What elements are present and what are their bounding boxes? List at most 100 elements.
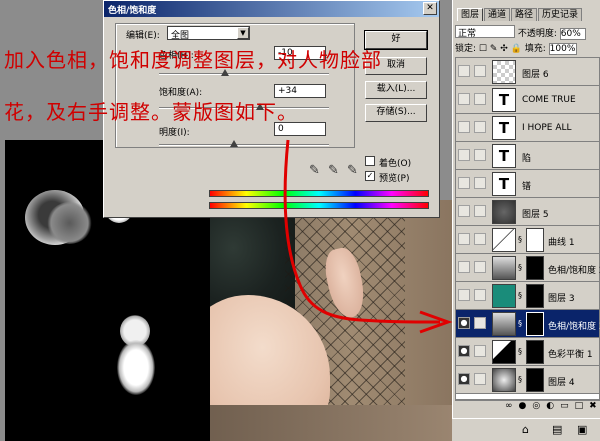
layer-row[interactable]: ● § 色彩平衡 1 xyxy=(456,338,599,366)
fill-input[interactable]: 100% xyxy=(548,43,577,55)
save-button[interactable]: 存储(S)... xyxy=(365,104,427,122)
link-toggle[interactable] xyxy=(474,289,486,301)
layer-mask-thumbnail xyxy=(526,284,544,308)
tab-layers[interactable]: 图层 xyxy=(457,8,484,21)
close-icon[interactable]: ✕ xyxy=(423,2,437,15)
visibility-toggle[interactable] xyxy=(458,177,470,189)
eyedropper-icon[interactable]: ✎ xyxy=(309,163,320,178)
opacity-input[interactable]: 60% xyxy=(559,28,586,40)
layer-row[interactable]: 图层 6 xyxy=(456,58,599,86)
layer-name: 图层 4 xyxy=(548,378,575,388)
folder-icon[interactable]: ▭ xyxy=(560,401,575,411)
fill-label: 填充: xyxy=(524,44,546,54)
edit-dropdown-value: 全图 xyxy=(171,31,190,41)
tray-icon[interactable]: ▤ xyxy=(552,423,562,436)
chevron-down-icon[interactable]: ▼ xyxy=(237,27,249,39)
layer-name: 图层 3 xyxy=(548,294,575,304)
link-icon: § xyxy=(518,347,522,356)
layer-name: 色相/饱和度 3 xyxy=(548,322,600,332)
layer-name: 陷 xyxy=(522,154,532,164)
layer-name: 色相/饱和度 2 xyxy=(548,266,600,276)
lock-row: 锁定: ☐ ✎ ✣ 🔒 填充: 100% xyxy=(455,41,600,55)
link-toggle[interactable] xyxy=(474,149,486,161)
link-toggle[interactable] xyxy=(474,205,486,217)
visibility-toggle[interactable] xyxy=(458,65,470,77)
preview-checkbox[interactable]: ✓ xyxy=(365,171,375,181)
layer-row[interactable]: § 曲线 1 xyxy=(456,226,599,254)
link-icon: § xyxy=(518,291,522,300)
layer-mask-thumbnail xyxy=(526,228,544,252)
link-toggle[interactable] xyxy=(474,121,486,133)
eye-icon[interactable]: ● xyxy=(458,317,470,329)
layer-row-selected[interactable]: ● § 色相/饱和度 3 xyxy=(456,310,600,338)
lock-label: 锁定: xyxy=(455,44,477,54)
layer-row[interactable]: T I HOPE ALL xyxy=(456,114,599,142)
hue-saturation-icon xyxy=(492,256,516,280)
link-icon: § xyxy=(518,235,522,244)
visibility-toggle[interactable] xyxy=(458,149,470,161)
eye-icon[interactable]: ● xyxy=(458,373,470,385)
tab-history[interactable]: 历史记录 xyxy=(538,8,583,21)
layer-mask-thumbnail xyxy=(526,368,544,392)
fx-icon[interactable]: ● xyxy=(519,401,533,411)
colorize-checkbox[interactable] xyxy=(365,156,375,166)
layer-thumbnail xyxy=(492,368,516,392)
mask-icon[interactable]: ◎ xyxy=(532,401,546,411)
tab-channels[interactable]: 通道 xyxy=(484,8,511,21)
tray-icon[interactable]: ⌂ xyxy=(522,423,529,436)
layer-row[interactable]: § 图层 3 xyxy=(456,282,599,310)
hue-slider-track[interactable] xyxy=(159,73,329,75)
link-toggle[interactable] xyxy=(474,233,486,245)
layer-name: I HOPE ALL xyxy=(522,123,572,133)
edit-dropdown[interactable]: 全图 ▼ xyxy=(167,26,250,41)
visibility-toggle[interactable] xyxy=(458,93,470,105)
lightness-slider-track[interactable] xyxy=(159,144,329,146)
visibility-toggle[interactable] xyxy=(458,261,470,273)
link-icon[interactable]: ∞ xyxy=(505,401,519,411)
link-toggle[interactable] xyxy=(474,177,486,189)
adjustment-icon[interactable]: ◐ xyxy=(546,401,560,411)
link-toggle[interactable] xyxy=(474,65,486,77)
layer-row[interactable]: ● § 图层 4 xyxy=(456,366,599,394)
eyedropper-minus-icon[interactable]: ✎ xyxy=(347,163,358,178)
dialog-titlebar[interactable]: 色相/饱和度 ✕ xyxy=(104,1,439,17)
link-icon: § xyxy=(518,375,522,384)
text-layer-icon: T xyxy=(492,88,516,112)
layer-thumbnail xyxy=(492,60,516,84)
layer-row[interactable]: T 镨 xyxy=(456,170,599,198)
layers-panel: 图层 通道 路径 历史记录 正常 不透明度: 60% 锁定: ☐ ✎ ✣ 🔒 填充: … xyxy=(452,0,600,441)
opacity-label: 不透明度: xyxy=(517,29,557,39)
caption-line-1: 加入色相，饱和度调整图层，对人物脸部 xyxy=(4,48,382,72)
layer-row[interactable]: § 色相/饱和度 2 xyxy=(456,254,600,282)
layer-row[interactable]: T COME TRUE xyxy=(456,86,599,114)
blend-row: 正常 不透明度: 60% xyxy=(455,25,600,40)
dialog-title: 色相/饱和度 xyxy=(108,6,157,16)
edit-label: 编辑(E): xyxy=(126,31,160,41)
blend-mode-dropdown[interactable]: 正常 xyxy=(455,25,515,39)
layer-row[interactable]: 图层 5 xyxy=(456,198,599,226)
lightness-slider-thumb[interactable] xyxy=(230,140,238,147)
lock-icons[interactable]: ☐ ✎ ✣ 🔒 xyxy=(479,44,522,54)
layer-thumbnail xyxy=(492,284,516,308)
lightness-label: 明度(I): xyxy=(159,128,190,138)
trash-icon[interactable]: ✖ xyxy=(589,401,600,411)
eye-icon[interactable]: ● xyxy=(458,345,470,357)
eyedropper-plus-icon[interactable]: ✎ xyxy=(328,163,339,178)
tab-paths[interactable]: 路径 xyxy=(511,8,538,21)
visibility-toggle[interactable] xyxy=(458,121,470,133)
new-layer-icon[interactable]: □ xyxy=(575,401,590,411)
visibility-toggle[interactable] xyxy=(458,205,470,217)
text-layer-icon: T xyxy=(492,116,516,140)
tray-icon[interactable]: ▣ xyxy=(577,423,587,436)
taskbar-strip: ⌂ ▤ ▣ xyxy=(452,418,600,441)
load-button[interactable]: 载入(L)... xyxy=(365,81,427,99)
link-toggle[interactable] xyxy=(474,317,486,329)
link-toggle[interactable] xyxy=(474,93,486,105)
link-toggle[interactable] xyxy=(474,373,486,385)
link-toggle[interactable] xyxy=(474,261,486,273)
layer-row[interactable]: T 陷 xyxy=(456,142,599,170)
link-toggle[interactable] xyxy=(474,345,486,357)
visibility-toggle[interactable] xyxy=(458,233,470,245)
spectrum-bar-bottom xyxy=(209,202,429,209)
visibility-toggle[interactable] xyxy=(458,289,470,301)
